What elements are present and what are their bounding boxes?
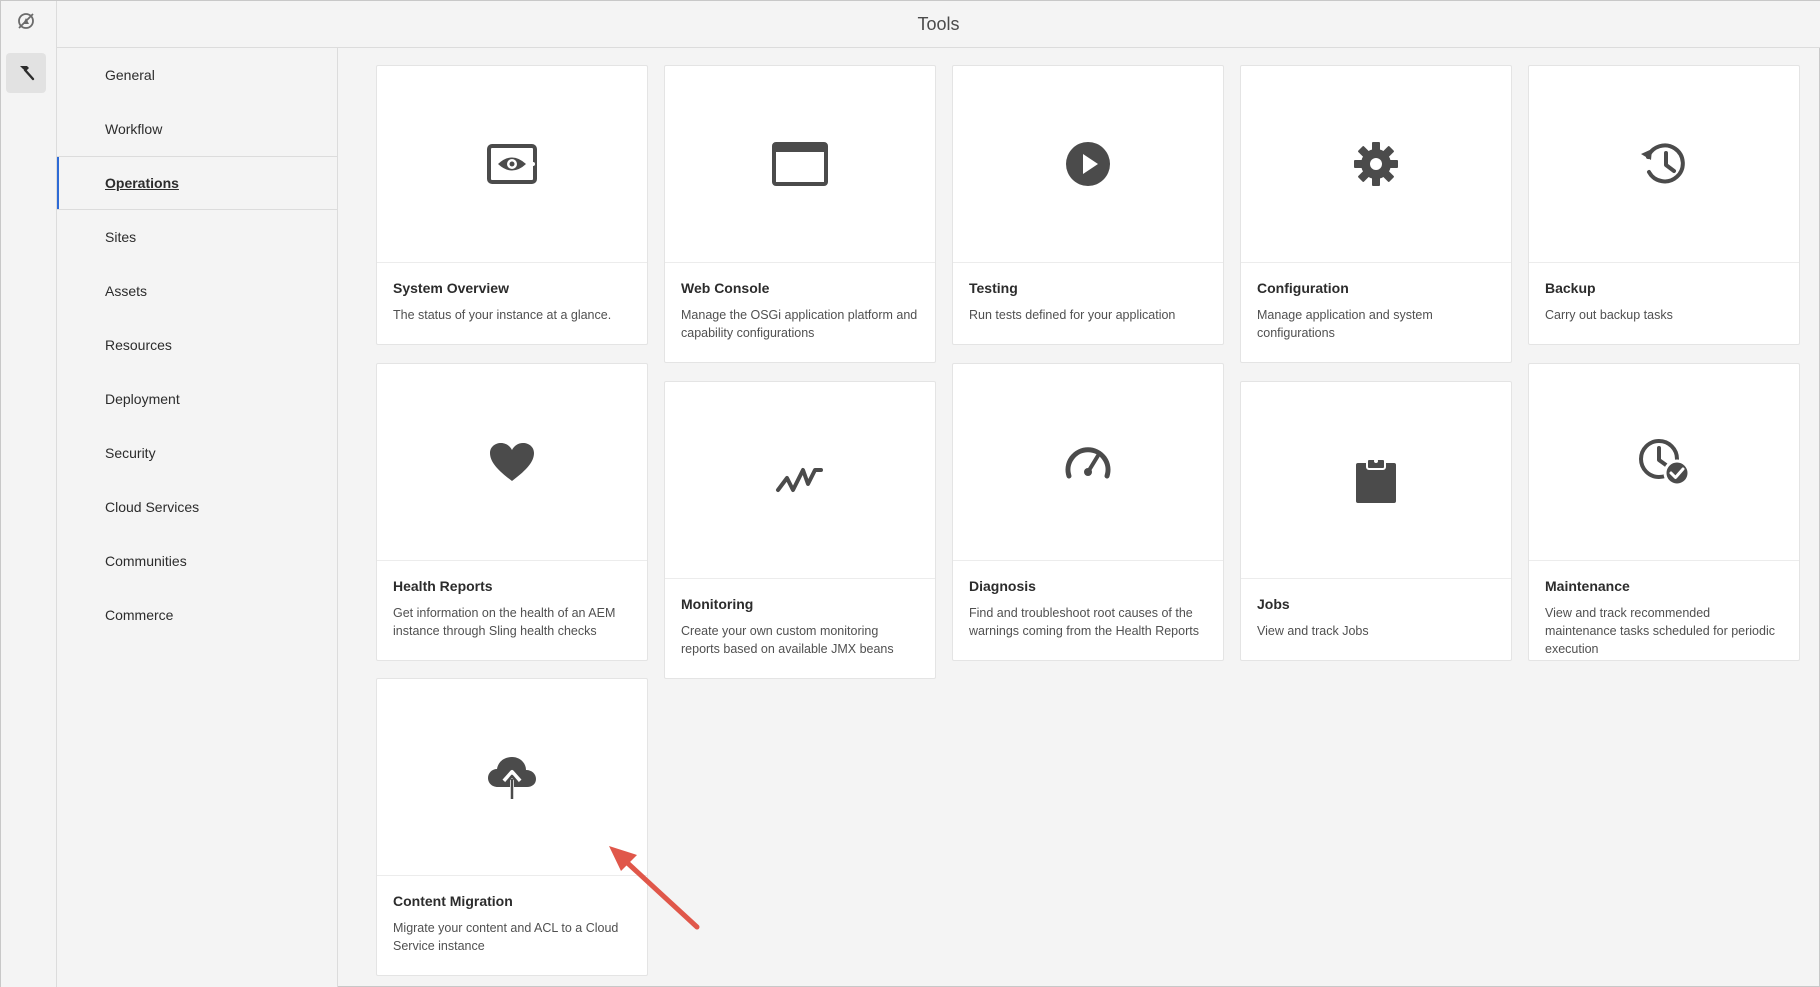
card-description: Create your own custom monitoring report…: [681, 624, 894, 656]
nav-item-label: Commerce: [105, 607, 174, 623]
gauge-icon: [1063, 442, 1113, 482]
card-web-console[interactable]: Web Console Manage the OSGi application …: [664, 65, 936, 363]
card-maintenance[interactable]: Maintenance View and track recommended m…: [1528, 363, 1800, 661]
nav-item-label: Cloud Services: [105, 499, 200, 515]
app-window: Tools General Workflow Operations Sites …: [0, 0, 1820, 987]
card-health-reports[interactable]: Health Reports Get information on the he…: [376, 363, 648, 661]
nav-item-security[interactable]: Security: [57, 426, 337, 480]
card-title: Monitoring: [681, 596, 754, 612]
play-circle-icon: [1064, 140, 1112, 188]
card-title: Diagnosis: [969, 578, 1036, 594]
nav-item-label: Workflow: [105, 121, 163, 137]
tools-category-nav: General Workflow Operations Sites Assets…: [57, 48, 338, 987]
nav-item-commerce[interactable]: Commerce: [57, 588, 337, 642]
nav-item-cloud-services[interactable]: Cloud Services: [57, 480, 337, 534]
nav-item-deployment[interactable]: Deployment: [57, 372, 337, 426]
card-jobs[interactable]: Jobs View and track Jobs: [1240, 381, 1512, 661]
heart-icon: [488, 441, 536, 483]
nav-item-label: Security: [105, 445, 156, 461]
adobe-logo-icon[interactable]: [13, 8, 39, 34]
card-title: Backup: [1545, 280, 1596, 296]
window-icon: [772, 142, 828, 186]
nav-item-sites[interactable]: Sites: [57, 210, 337, 264]
card-title: Web Console: [681, 280, 770, 296]
card-title: Content Migration: [393, 893, 513, 909]
nav-item-label: Assets: [105, 283, 148, 299]
cloud-upload-icon: [486, 755, 538, 799]
clock-check-icon: [1637, 437, 1691, 487]
card-diagnosis[interactable]: Diagnosis Find and troubleshoot root cau…: [952, 363, 1224, 661]
card-description: View and track Jobs: [1257, 624, 1369, 638]
nav-item-resources[interactable]: Resources: [57, 318, 337, 372]
gear-icon: [1352, 140, 1400, 188]
nav-item-label: Operations: [105, 175, 179, 191]
eye-monitor-icon: [486, 143, 538, 185]
card-description: Carry out backup tasks: [1545, 308, 1673, 322]
card-description: Find and troubleshoot root causes of the…: [969, 606, 1199, 638]
page-title: Tools: [917, 13, 960, 34]
card-monitoring[interactable]: Monitoring Create your own custom monito…: [664, 381, 936, 679]
pulse-icon: [775, 460, 825, 500]
card-description: Get information on the health of an AEM …: [393, 606, 616, 638]
card-title: Configuration: [1257, 280, 1349, 296]
nav-item-general[interactable]: General: [57, 48, 337, 102]
annotation-arrow-icon: [601, 841, 701, 936]
nav-item-workflow[interactable]: Workflow: [57, 102, 337, 156]
nav-item-label: General: [105, 67, 155, 83]
card-title: Health Reports: [393, 578, 493, 594]
top-header: Tools: [57, 1, 1820, 48]
card-system-overview[interactable]: System Overview The status of your insta…: [376, 65, 648, 345]
nav-item-label: Deployment: [105, 391, 180, 407]
hammer-icon[interactable]: [6, 53, 46, 93]
card-description: View and track recommended maintenance t…: [1545, 606, 1775, 656]
card-configuration[interactable]: Configuration Manage application and sys…: [1240, 65, 1512, 363]
card-backup[interactable]: Backup Carry out backup tasks: [1528, 65, 1800, 345]
card-title: Maintenance: [1545, 578, 1630, 594]
history-icon: [1639, 140, 1689, 188]
nav-item-operations[interactable]: Operations: [57, 156, 337, 210]
nav-item-label: Resources: [105, 337, 172, 353]
card-description: Run tests defined for your application: [969, 308, 1176, 322]
nav-item-assets[interactable]: Assets: [57, 264, 337, 318]
clipboard-icon: [1354, 455, 1398, 505]
card-title: Jobs: [1257, 596, 1290, 612]
nav-item-communities[interactable]: Communities: [57, 534, 337, 588]
card-title: Testing: [969, 280, 1018, 296]
left-rail: [1, 1, 57, 987]
card-title: System Overview: [393, 280, 509, 296]
card-description: Manage the OSGi application platform and…: [681, 308, 918, 340]
card-description: Migrate your content and ACL to a Cloud …: [393, 921, 619, 953]
card-description: Manage application and system configurat…: [1257, 308, 1433, 340]
nav-item-label: Sites: [105, 229, 137, 245]
card-description: The status of your instance at a glance.: [393, 308, 612, 322]
nav-item-label: Communities: [105, 553, 187, 569]
card-testing[interactable]: Testing Run tests defined for your appli…: [952, 65, 1224, 345]
